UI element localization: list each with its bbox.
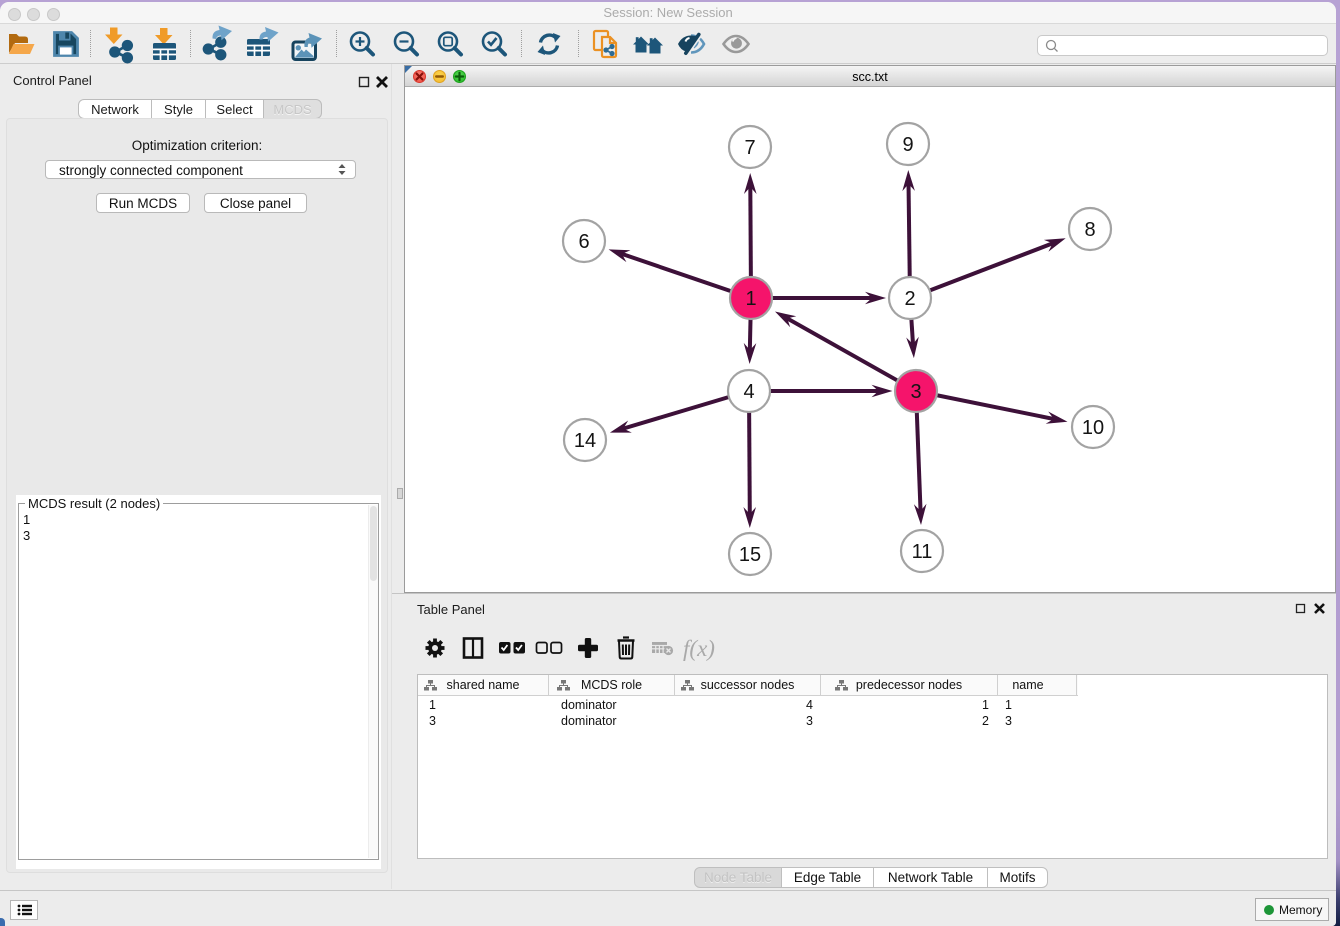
svg-text:15: 15: [739, 544, 761, 566]
svg-text:9: 9: [902, 134, 913, 156]
svg-text:3: 3: [910, 381, 921, 403]
svg-text:f(x): f(x): [683, 636, 715, 661]
svg-text:4: 4: [743, 381, 754, 403]
svg-text:11: 11: [912, 541, 933, 563]
svg-text:1: 1: [745, 288, 756, 310]
svg-text:14: 14: [574, 430, 596, 452]
svg-text:8: 8: [1084, 219, 1095, 241]
svg-text:6: 6: [578, 231, 589, 253]
svg-text:2: 2: [904, 288, 915, 310]
svg-text:7: 7: [744, 137, 755, 159]
svg-text:10: 10: [1082, 417, 1104, 439]
